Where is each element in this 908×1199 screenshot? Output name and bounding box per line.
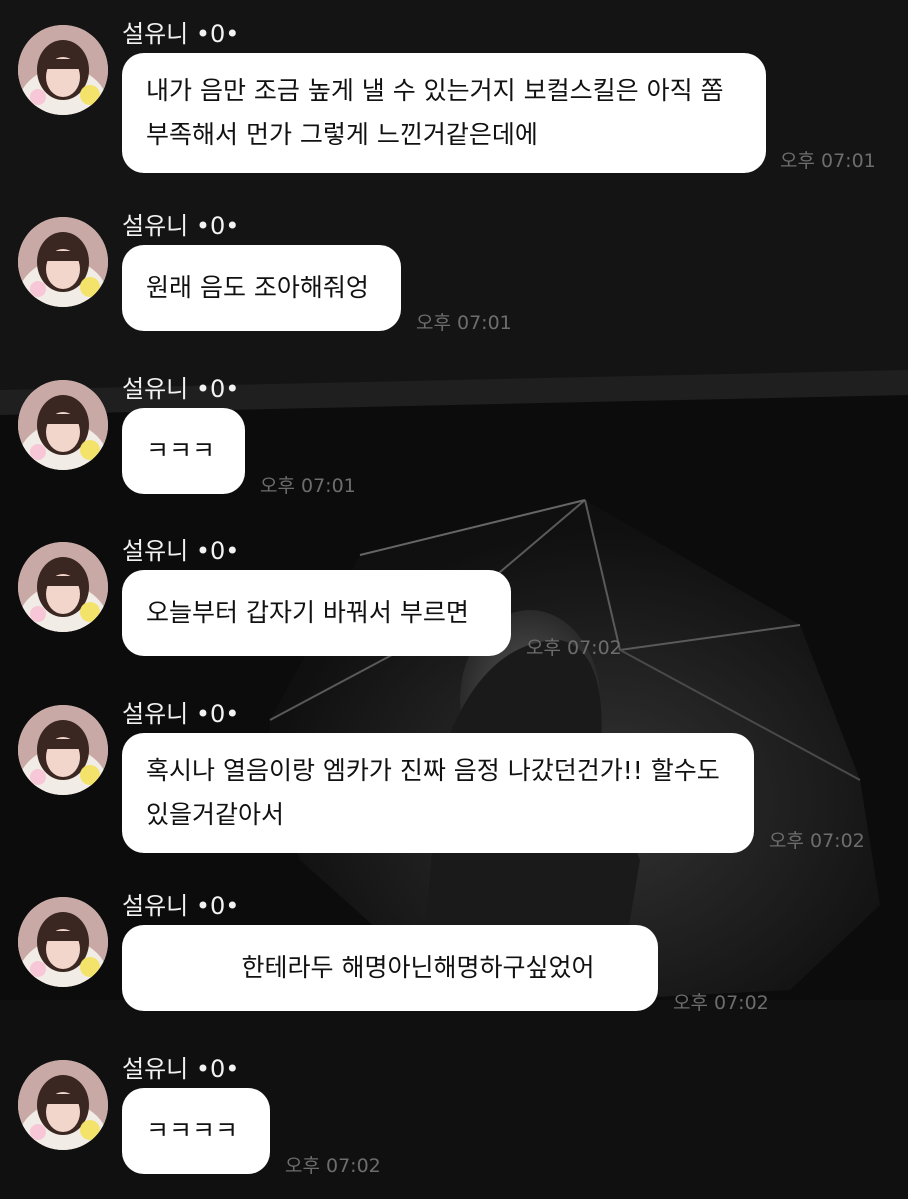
message-bubble[interactable]: 내가 음만 조금 높게 낼 수 있는거지 보컬스킬은 아직 쫌 부족해서 먼가 … xyxy=(122,53,766,173)
sender-name: 설유니 •0• xyxy=(122,537,240,565)
sender-name: 설유니 •0• xyxy=(122,375,240,403)
avatar[interactable] xyxy=(18,25,108,115)
message-timestamp: 오후 07:01 xyxy=(260,475,356,497)
message-timestamp: 오후 07:02 xyxy=(769,830,865,852)
avatar[interactable] xyxy=(18,542,108,632)
avatar[interactable] xyxy=(18,1060,108,1150)
message-text: 혹시나 열음이랑 엠카가 진짜 음정 나갔던건가!! 할수도 있을거같아서 xyxy=(146,756,720,829)
message-text: 내가 음만 조금 높게 낼 수 있는거지 보컬스킬은 아직 쫌 부족해서 먼가 … xyxy=(146,76,724,149)
message-timestamp: 오후 07:01 xyxy=(416,312,512,334)
avatar[interactable] xyxy=(18,217,108,307)
message-text: ㅋㅋㅋ xyxy=(146,436,216,465)
avatar[interactable] xyxy=(18,380,108,470)
sender-name: 설유니 •0• xyxy=(122,20,240,48)
sender-name: 설유니 •0• xyxy=(122,1055,240,1083)
message-bubble[interactable]: 오늘부터 갑자기 바꿔서 부르면 xyxy=(122,570,511,656)
message-text: 오늘부터 갑자기 바꿔서 부르면 xyxy=(146,598,469,627)
avatar[interactable] xyxy=(18,705,108,795)
message-bubble[interactable]: 한테라두 해명아닌해명하구싶었어 xyxy=(122,925,658,1011)
message-bubble[interactable]: 원래 음도 조아해줘엉 xyxy=(122,245,401,331)
sender-name: 설유니 •0• xyxy=(122,700,240,728)
avatar[interactable] xyxy=(18,897,108,987)
message-text: 한테라두 해명아닌해명하구싶었어 xyxy=(241,953,595,982)
sender-name: 설유니 •0• xyxy=(122,212,240,240)
message-text: 원래 음도 조아해줘엉 xyxy=(146,273,369,302)
message-bubble[interactable]: ㅋㅋㅋ xyxy=(122,408,245,494)
message-timestamp: 오후 07:01 xyxy=(780,150,876,172)
message-bubble[interactable]: 혹시나 열음이랑 엠카가 진짜 음정 나갔던건가!! 할수도 있을거같아서 xyxy=(122,733,754,853)
sender-name: 설유니 •0• xyxy=(122,892,240,920)
message-timestamp: 오후 07:02 xyxy=(673,992,769,1014)
message-bubble[interactable]: ㅋㅋㅋㅋ xyxy=(122,1088,270,1174)
message-text: ㅋㅋㅋㅋ xyxy=(146,1116,239,1145)
message-timestamp: 오후 07:02 xyxy=(285,1155,381,1177)
message-timestamp: 오후 07:02 xyxy=(526,637,622,659)
